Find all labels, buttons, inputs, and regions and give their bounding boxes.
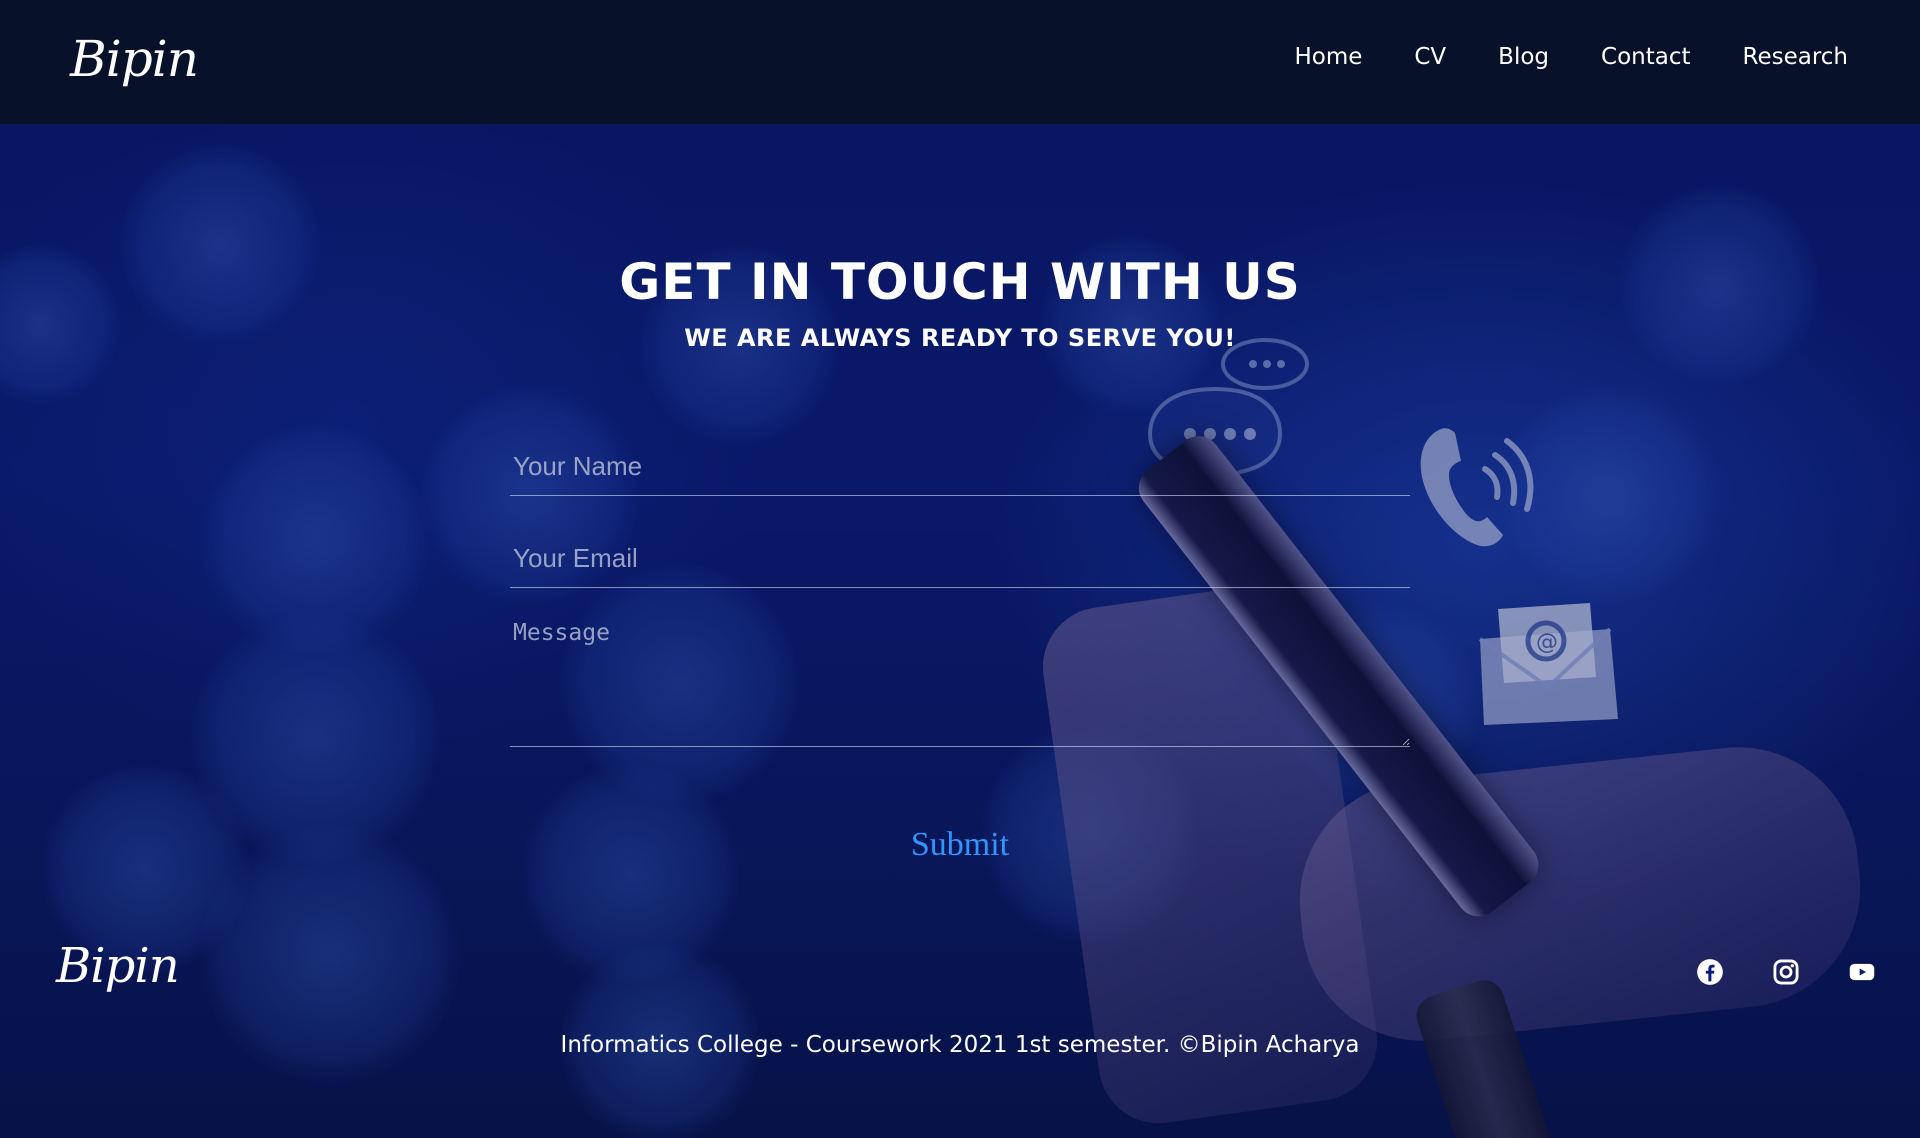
- footer-logo[interactable]: Bipin: [56, 938, 180, 994]
- email-input[interactable]: [510, 530, 1410, 588]
- name-input[interactable]: [510, 438, 1410, 496]
- facebook-icon[interactable]: [1696, 958, 1724, 986]
- youtube-icon[interactable]: [1848, 958, 1876, 986]
- site-header: Bipin Home CV Blog Contact Research: [0, 0, 1920, 124]
- nav-link-research[interactable]: Research: [1743, 44, 1849, 70]
- submit-button[interactable]: Submit: [860, 820, 1060, 870]
- footer-copyright: Informatics College - Coursework 2021 1s…: [560, 1032, 1360, 1058]
- social-links: [1696, 958, 1876, 986]
- instagram-icon[interactable]: [1772, 958, 1800, 986]
- message-textarea[interactable]: [510, 616, 1410, 747]
- page-title: GET IN TOUCH WITH US: [619, 253, 1301, 311]
- nav-link-blog[interactable]: Blog: [1498, 44, 1549, 70]
- nav-link-cv[interactable]: CV: [1414, 44, 1446, 70]
- contact-section: GET IN TOUCH WITH US WE ARE ALWAYS READY…: [0, 0, 1920, 1138]
- nav-link-contact[interactable]: Contact: [1601, 44, 1690, 70]
- contact-page: @ Bipin Home CV Blog Contact Research GE…: [0, 0, 1920, 1138]
- nav-link-home[interactable]: Home: [1294, 44, 1362, 70]
- page-subtitle: WE ARE ALWAYS READY TO SERVE YOU!: [684, 324, 1236, 352]
- site-logo[interactable]: Bipin: [70, 30, 199, 88]
- main-nav: Home CV Blog Contact Research: [1294, 44, 1848, 70]
